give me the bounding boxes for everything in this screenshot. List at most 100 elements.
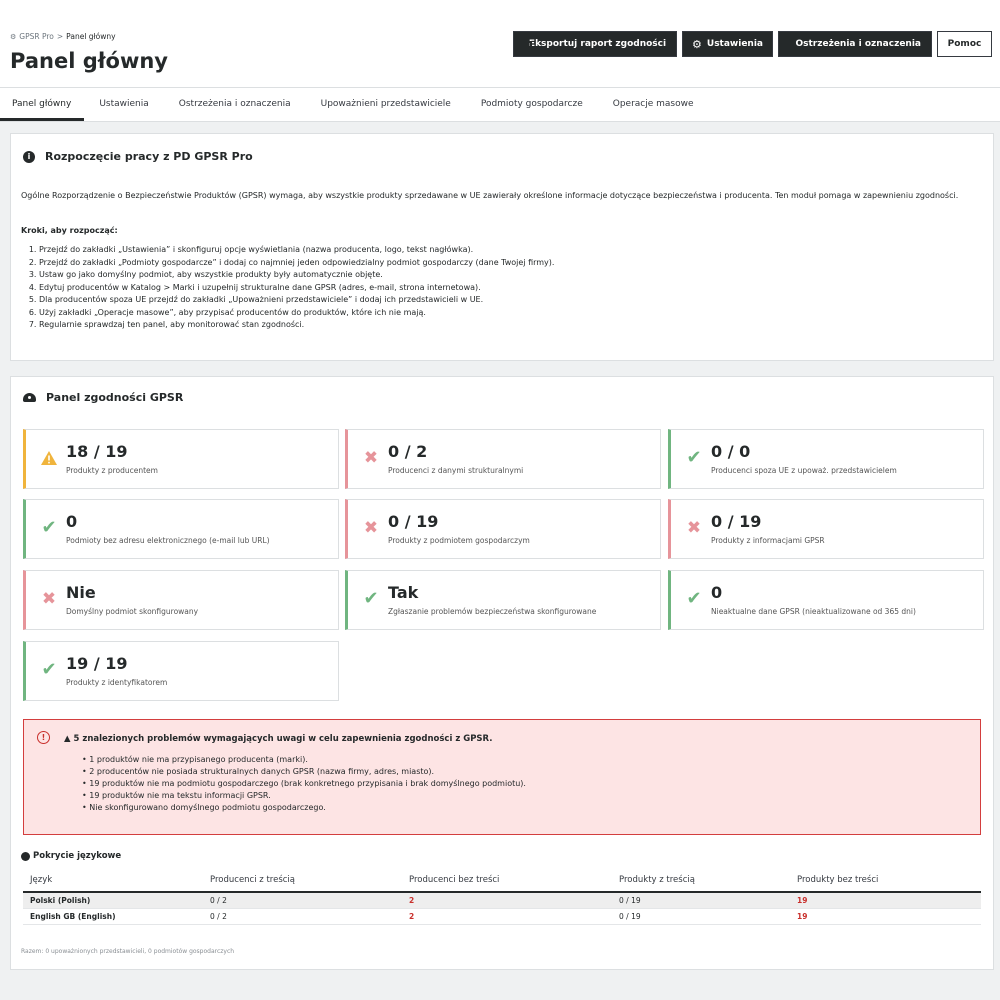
metric-label: Produkty z producentem (66, 466, 158, 475)
table-row: Polski (Polish) 0 / 2 2 0 / 19 19 (23, 892, 981, 909)
table-cell: 0 / 19 (612, 908, 790, 925)
table-cell: English GB (English) (23, 908, 203, 925)
tab-economic-operators[interactable]: Podmioty gospodarcze (466, 88, 598, 121)
export-report-button[interactable]: Eksportuj raport zgodności (513, 31, 677, 57)
tab-bar: Panel główny Ustawienia Ostrzeżenia i oz… (0, 88, 1000, 122)
list-item: Edytuj producentów w Katalog > Marki i u… (39, 282, 554, 295)
dashboard-title: Panel zgodności GPSR (23, 391, 183, 404)
alert-list: • 1 produktów nie ma przypisanego produc… (82, 754, 526, 814)
language-table-wrap: Język Producenci z treścią Producenci be… (23, 869, 981, 925)
metric-value: 0 / 2 (388, 442, 428, 461)
metric-tile: ✔ 0 Podmioty bez adresu elektronicznego (e… (23, 499, 339, 559)
warnings-button[interactable]: Ostrzeżenia i oznaczenia (778, 31, 932, 57)
check-icon: ✔ (686, 588, 702, 609)
check-icon: ✔ (363, 588, 379, 609)
column-header: Produkty z treścią (612, 869, 790, 893)
metric-value: 0 / 19 (711, 512, 762, 531)
metric-tile: ✖ Nie Domyślny podmiot skonfigurowany (23, 570, 339, 630)
check-icon: ✔ (41, 517, 57, 538)
settings-button[interactable]: ⚙ Ustawienia (682, 31, 773, 57)
metric-value: 0 / 0 (711, 442, 751, 461)
breadcrumb-root[interactable]: GPSR Pro (19, 32, 54, 41)
help-button[interactable]: Pomoc (937, 31, 992, 57)
metric-label: Producenci spoza UE z upoważ. przedstawi… (711, 466, 897, 475)
metric-value: 19 / 19 (66, 654, 128, 673)
metric-label: Produkty z identyfikatorem (66, 678, 168, 687)
breadcrumb-current: Panel główny (66, 32, 116, 41)
close-icon: ✖ (686, 517, 702, 538)
language-coverage-table: Język Producenci z treścią Producenci be… (23, 869, 981, 925)
issues-alert: ! ▲ 5 znalezionych problemów wymagającyc… (23, 719, 981, 835)
language-coverage-title: Pokrycie językowe (21, 851, 121, 861)
tab-warnings[interactable]: Ostrzeżenia i oznaczenia (164, 88, 306, 121)
metric-value: 0 / 19 (388, 512, 439, 531)
totals-footer: Razem: 0 upoważnionych przedstawicieli, … (21, 948, 235, 955)
toolbar: Eksportuj raport zgodności ⚙ Ustawienia … (513, 31, 992, 57)
breadcrumb-separator: > (56, 32, 64, 41)
list-item: Ustaw go jako domyślny podmiot, aby wszy… (39, 269, 554, 282)
metric-tile: ✖ 0 / 19 Produkty z podmiotem gospodarczym (345, 499, 661, 559)
metric-tile: 18 / 19 Produkty z producentem (23, 429, 339, 489)
tab-bulk-operations[interactable]: Operacje masowe (598, 88, 709, 121)
table-header-row: Język Producenci z treścią Producenci be… (23, 869, 981, 893)
metric-label: Nieaktualne dane GPSR (nieaktualizowane … (711, 607, 916, 616)
metric-label: Produkty z informacjami GPSR (711, 536, 825, 545)
metric-tile: ✔ 19 / 19 Produkty z identyfikatorem (23, 641, 339, 701)
page-title: Panel główny (10, 49, 168, 73)
gear-icon: ⚙ (10, 32, 17, 41)
list-item: Użyj zakładki „Operacje masowe”, aby prz… (39, 307, 554, 320)
close-icon: ✖ (363, 517, 379, 538)
metric-label: Domyślny podmiot skonfigurowany (66, 607, 199, 616)
tab-settings[interactable]: Ustawienia (84, 88, 163, 121)
table-cell: 19 (790, 908, 981, 925)
info-icon: i (23, 150, 35, 163)
getting-started-title: i Rozpoczęcie pracy z PD GPSR Pro (23, 150, 253, 163)
list-item: • 2 producentów nie posiada strukturalny… (82, 767, 435, 776)
close-icon: ✖ (363, 447, 379, 468)
dashboard-gauge-icon (23, 393, 36, 402)
metric-label: Podmioty bez adresu elektronicznego (e-m… (66, 536, 270, 545)
page-header: ⚙ GPSR Pro > Panel główny Panel główny E… (0, 0, 1000, 88)
alert-title: ▲ 5 znalezionych problemów wymagających … (64, 734, 493, 744)
column-header: Producenci bez treści (402, 869, 612, 893)
metric-label: Zgłaszanie problemów bezpieczeństwa skon… (388, 607, 597, 616)
metric-value: Tak (388, 583, 419, 602)
table-cell: 19 (790, 892, 981, 909)
list-item: Przejdź do zakładki „Ustawienia” i skonf… (39, 244, 554, 257)
globe-icon (21, 851, 30, 861)
metric-value: 0 (66, 512, 78, 531)
steps-list: Przejdź do zakładki „Ustawienia” i skonf… (11, 244, 554, 332)
table-cell: 2 (402, 908, 612, 925)
list-item: Dla producentów spoza UE przejdź do zakł… (39, 294, 554, 307)
metric-tile: ✔ Tak Zgłaszanie problemów bezpieczeństwa … (345, 570, 661, 630)
table-cell: Polski (Polish) (23, 892, 203, 909)
metric-tile: ✔ 0 Nieaktualne dane GPSR (nieaktualizowan… (668, 570, 984, 630)
tab-authorized-representatives[interactable]: Upoważnieni przedstawiciele (306, 88, 466, 121)
metric-label: Produkty z podmiotem gospodarczym (388, 536, 530, 545)
warning-icon (38, 447, 60, 469)
table-cell: 0 / 19 (612, 892, 790, 909)
alert-circle-icon: ! (37, 731, 50, 744)
column-header: Produkty bez treści (790, 869, 981, 893)
check-icon: ✔ (686, 447, 702, 468)
check-icon: ✔ (41, 659, 57, 680)
column-header: Producenci z treścią (203, 869, 402, 893)
getting-started-card: i Rozpoczęcie pracy z PD GPSR Pro Ogólne… (10, 133, 994, 361)
metric-tile: ✖ 0 / 2 Producenci z danymi strukturalnymi (345, 429, 661, 489)
list-item: Regularnie sprawdzaj ten panel, aby moni… (39, 319, 554, 332)
metric-value: 18 / 19 (66, 442, 128, 461)
list-item: • Nie skonfigurowano domyślnego podmiotu… (82, 803, 326, 812)
list-item: Przejdź do zakładki „Podmioty gospodarcz… (39, 257, 554, 270)
column-header: Język (23, 869, 203, 893)
metric-value: Nie (66, 583, 96, 602)
tab-dashboard[interactable]: Panel główny (0, 88, 85, 121)
metric-value: 0 (711, 583, 723, 602)
list-item: • 1 produktów nie ma przypisanego produc… (82, 755, 308, 764)
metric-label: Producenci z danymi strukturalnymi (388, 466, 524, 475)
compliance-dashboard-card: Panel zgodności GPSR 18 / 19 Produkty z p… (10, 376, 994, 970)
gear-icon: ⚙ (692, 37, 702, 51)
table-cell: 0 / 2 (203, 892, 402, 909)
steps-title: Kroki, aby rozpocząć: (21, 226, 118, 235)
table-cell: 0 / 2 (203, 908, 402, 925)
table-cell: 2 (402, 892, 612, 909)
